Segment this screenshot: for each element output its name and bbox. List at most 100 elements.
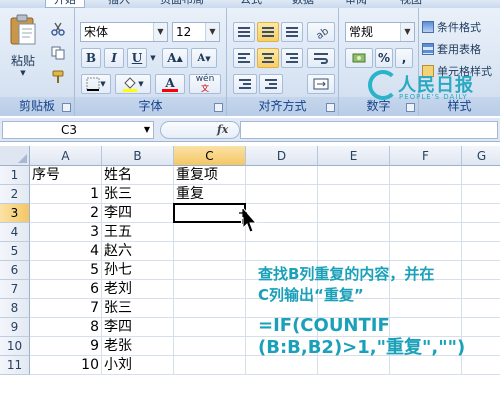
cell-b7[interactable]: 老刘	[102, 280, 174, 299]
orientation-button[interactable]: ab	[307, 22, 335, 42]
row-header-11[interactable]: 11	[0, 356, 30, 375]
italic-button[interactable]: I	[104, 48, 124, 68]
cell-a7[interactable]: 6	[30, 280, 102, 299]
underline-button[interactable]: U	[127, 48, 147, 68]
cell-c10[interactable]	[174, 337, 246, 356]
chevron-down-icon[interactable]: ▼	[144, 122, 150, 138]
align-center-button[interactable]	[257, 48, 279, 68]
cell-b8[interactable]: 张三	[102, 299, 174, 318]
cell-c5[interactable]	[174, 242, 246, 261]
cell-a5[interactable]: 4	[30, 242, 102, 261]
cell-g11[interactable]	[462, 356, 500, 375]
accounting-button[interactable]	[345, 48, 373, 68]
fill-color-button[interactable]: ▼	[115, 74, 151, 94]
cell-b11[interactable]: 小刘	[102, 356, 174, 375]
cell-a3[interactable]: 2	[30, 204, 102, 223]
comma-button[interactable]: ,	[395, 48, 413, 68]
cell-c6[interactable]	[174, 261, 246, 280]
cell-f4[interactable]	[390, 223, 462, 242]
row-header-6[interactable]: 6	[0, 261, 30, 280]
cell-g8[interactable]	[462, 299, 500, 318]
chevron-down-icon[interactable]: ▼	[400, 23, 414, 41]
cell-e2[interactable]	[318, 185, 390, 204]
active-cell-outline[interactable]	[173, 203, 248, 225]
cell-a10[interactable]: 9	[30, 337, 102, 356]
cell-f8[interactable]	[390, 299, 462, 318]
cell-c4[interactable]	[174, 223, 246, 242]
cell-g10[interactable]	[462, 337, 500, 356]
align-top-button[interactable]	[233, 22, 255, 42]
font-color-button[interactable]: A	[155, 74, 185, 94]
clipboard-launcher[interactable]	[62, 103, 71, 112]
bold-button[interactable]: B	[81, 48, 101, 68]
cell-b2[interactable]: 张三	[102, 185, 174, 204]
cell-g2[interactable]	[462, 185, 500, 204]
cell-g5[interactable]	[462, 242, 500, 261]
format-as-table-button[interactable]: 套用表格	[421, 40, 500, 58]
tab-insert[interactable]: 插入	[108, 0, 130, 8]
row-header-3[interactable]: 3	[0, 204, 30, 223]
cell-b4[interactable]: 王五	[102, 223, 174, 242]
cell-e3[interactable]	[318, 204, 390, 223]
column-header-b[interactable]: B	[102, 146, 174, 166]
merge-center-button[interactable]	[307, 74, 335, 94]
cell-a11[interactable]: 10	[30, 356, 102, 375]
row-header-5[interactable]: 5	[0, 242, 30, 261]
cell-a6[interactable]: 5	[30, 261, 102, 280]
row-header-2[interactable]: 2	[0, 185, 30, 204]
cell-d2[interactable]	[246, 185, 318, 204]
borders-button[interactable]: ▼	[81, 74, 111, 94]
chevron-down-icon[interactable]: ▼	[148, 48, 158, 68]
cell-c11[interactable]	[174, 356, 246, 375]
shrink-font-button[interactable]: A ▼	[191, 48, 217, 68]
conditional-format-button[interactable]: 条件格式	[421, 18, 500, 36]
chevron-down-icon[interactable]: ▼	[153, 23, 167, 41]
cell-c7[interactable]	[174, 280, 246, 299]
decrease-indent-button[interactable]	[233, 74, 257, 94]
number-format-combo[interactable]: 常规 ▼	[345, 22, 415, 42]
format-painter-button[interactable]	[48, 68, 68, 86]
cut-button[interactable]	[48, 20, 68, 38]
cell-c2[interactable]: 重复	[174, 185, 246, 204]
row-header-4[interactable]: 4	[0, 223, 30, 242]
increase-indent-button[interactable]	[259, 74, 283, 94]
column-header-e[interactable]: E	[318, 146, 390, 166]
phonetic-button[interactable]: wén 文	[189, 74, 221, 94]
cell-b10[interactable]: 老张	[102, 337, 174, 356]
cell-a8[interactable]: 7	[30, 299, 102, 318]
insert-function-button[interactable]: fx	[217, 122, 228, 138]
cell-e5[interactable]	[318, 242, 390, 261]
font-launcher[interactable]	[214, 103, 223, 112]
cell-b1[interactable]: 姓名	[102, 166, 174, 185]
column-header-g[interactable]: G	[462, 146, 500, 166]
column-header-f[interactable]: F	[390, 146, 462, 166]
alignment-launcher[interactable]	[326, 103, 335, 112]
percent-button[interactable]: %	[375, 48, 393, 68]
cell-g9[interactable]	[462, 318, 500, 337]
cell-c9[interactable]	[174, 318, 246, 337]
row-header-1[interactable]: 1	[0, 166, 30, 185]
chevron-down-icon[interactable]: ▼	[205, 23, 219, 41]
cell-b9[interactable]: 李四	[102, 318, 174, 337]
font-name-combo[interactable]: 宋体 ▼	[80, 22, 168, 42]
align-bottom-button[interactable]	[281, 22, 303, 42]
copy-button[interactable]	[48, 44, 68, 62]
worksheet-grid[interactable]: A B C D E F G 1 序号 姓名 重复项 2 1 张三 重复 3 2 李四 4 3 王五 5 4 赵六 6 5 孙七 7 6 老…	[0, 142, 500, 400]
cell-g7[interactable]	[462, 280, 500, 299]
tab-page-layout[interactable]: 页面布局	[160, 0, 204, 8]
grow-font-button[interactable]: A ▲	[162, 48, 188, 68]
cell-f3[interactable]	[390, 204, 462, 223]
row-header-10[interactable]: 10	[0, 337, 30, 356]
cell-f2[interactable]	[390, 185, 462, 204]
column-header-c[interactable]: C	[174, 146, 246, 166]
cell-g3[interactable]	[462, 204, 500, 223]
align-right-button[interactable]	[281, 48, 303, 68]
tab-view[interactable]: 视图	[400, 0, 422, 8]
cell-a9[interactable]: 8	[30, 318, 102, 337]
row-header-7[interactable]: 7	[0, 280, 30, 299]
cell-f9[interactable]	[390, 318, 462, 337]
cell-g1[interactable]	[462, 166, 500, 185]
select-all-button[interactable]	[0, 146, 30, 166]
cell-g6[interactable]	[462, 261, 500, 280]
cell-a4[interactable]: 3	[30, 223, 102, 242]
